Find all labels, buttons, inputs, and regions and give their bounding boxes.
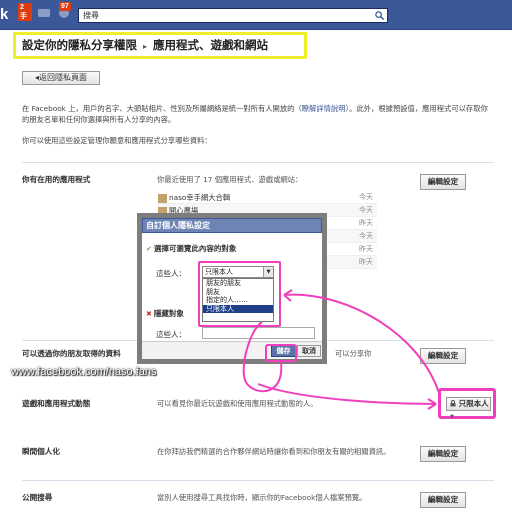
check-icon: ✔	[146, 245, 152, 253]
friends-access-edit-button[interactable]: 編輯設定	[420, 348, 466, 364]
hide-people-input[interactable]	[202, 327, 315, 339]
privacy-selector-value: 只限本人	[458, 399, 489, 408]
breadcrumb: 設定你的隱私分享權限 ▸ 應用程式、遊戲和網站	[13, 32, 307, 59]
breadcrumb-current: 應用程式、遊戲和網站	[153, 38, 269, 52]
watermark: www.facebook.com/naso.fans	[11, 366, 157, 378]
section-divider	[22, 162, 494, 163]
privacy-selector-button[interactable]: 只限本人 ▼	[446, 397, 491, 420]
messages-icon[interactable]	[36, 5, 52, 21]
app-last-used: 今天	[359, 193, 373, 201]
friends-access-label: 可以透過你的朋友取得的資料	[22, 349, 121, 358]
breadcrumb-separator: ▸	[143, 41, 148, 51]
lock-icon	[450, 400, 456, 407]
app-last-used: 今天	[359, 232, 373, 240]
notifications-badge: 97	[59, 2, 71, 11]
visible-to-heading: 選擇可瀏覽此內容的對象	[153, 244, 237, 253]
cancel-button[interactable]: 取消	[297, 345, 321, 357]
friend-requests-icon[interactable]: 2手	[16, 3, 32, 21]
dialog-title: 自訂個人隱私設定	[142, 218, 322, 233]
app-name: naso幸手網大合輯	[169, 193, 231, 202]
these-people-label: 這些人：	[156, 269, 186, 278]
list-item[interactable]: naso幸手網大合輯 今天	[157, 191, 377, 204]
friends-access-desc: 可以分享你	[335, 349, 372, 358]
game-activity-label: 遊戲和應用程式動態	[22, 399, 91, 408]
app-icon	[158, 193, 167, 203]
top-navigation-bar: k 2手 97 搜尋	[0, 0, 512, 30]
public-search-edit-button[interactable]: 編輯設定	[420, 492, 466, 508]
intro-subtext: 你可以使用這些設定管理你願意和應用程式分享哪些資料：	[22, 136, 212, 145]
apps-used-desc: 你最近使用了 17 個應用程式、遊戲或網站：	[157, 175, 303, 184]
apps-used-label: 你有在用的應用程式	[22, 175, 91, 184]
breadcrumb-root[interactable]: 設定你的隱私分享權限	[22, 38, 137, 52]
public-search-desc: 當別人使用搜尋工具找你時，顯示你的Facebook個人檔案預覽。	[157, 493, 367, 502]
select-highlight	[198, 261, 281, 327]
back-to-privacy-button[interactable]: ◂返回隱私頁面	[22, 71, 100, 85]
save-button-highlight	[265, 344, 297, 362]
notifications-icon[interactable]: 97	[56, 2, 72, 21]
search-icon[interactable]	[374, 10, 385, 21]
learn-more-link[interactable]: 瞭解詳情說明	[302, 104, 346, 113]
highlight-band: 遊戲和應用程式動態 可以看見你最近玩遊戲和使用應用程式動態的人。	[11, 383, 502, 439]
friend-requests-badge: 2手	[18, 3, 32, 21]
app-last-used: 昨天	[359, 245, 373, 253]
app-last-used: 昨天	[359, 219, 373, 227]
app-last-used: 今天	[359, 206, 373, 214]
instant-personalization-label: 瞬間個人化	[22, 447, 60, 456]
hide-from-heading: 隱藏對象	[153, 309, 184, 318]
hide-from-section: ✖ 隱藏對象	[146, 308, 184, 319]
public-search-label: 公開搜尋	[22, 493, 53, 502]
hide-people-label: 這些人：	[156, 330, 186, 339]
apps-used-edit-button[interactable]: 編輯設定	[420, 174, 466, 190]
cross-icon: ✖	[146, 310, 152, 318]
game-activity-desc: 可以看見你最近玩遊戲和使用應用程式動態的人。	[157, 399, 318, 408]
search-placeholder: 搜尋	[83, 11, 99, 20]
chevron-down-icon: ▼	[450, 414, 454, 420]
facebook-logo[interactable]: k	[0, 5, 10, 25]
app-last-used: 昨天	[359, 258, 373, 266]
section-divider	[22, 480, 494, 481]
intro-text-part1: 在 Facebook 上，用戶的名字、大頭貼相片、性別及所屬網絡是統一對所有人開…	[22, 104, 302, 113]
instant-personalization-desc: 在你拜訪我們精選的合作夥伴網站時讓你看到和你朋友有關的相關資訊。	[157, 447, 391, 456]
custom-privacy-dialog: 自訂個人隱私設定 ✔ 選擇可瀏覽此內容的對象 這些人： 只限本人 ▼ 朋友的朋友 …	[137, 213, 327, 364]
intro-text: 在 Facebook 上，用戶的名字、大頭貼相片、性別及所屬網絡是統一對所有人開…	[22, 103, 492, 125]
visible-to-section: ✔ 選擇可瀏覽此內容的對象	[146, 243, 236, 254]
search-input[interactable]: 搜尋	[78, 8, 388, 23]
instant-personalization-edit-button[interactable]: 編輯設定	[420, 446, 466, 462]
